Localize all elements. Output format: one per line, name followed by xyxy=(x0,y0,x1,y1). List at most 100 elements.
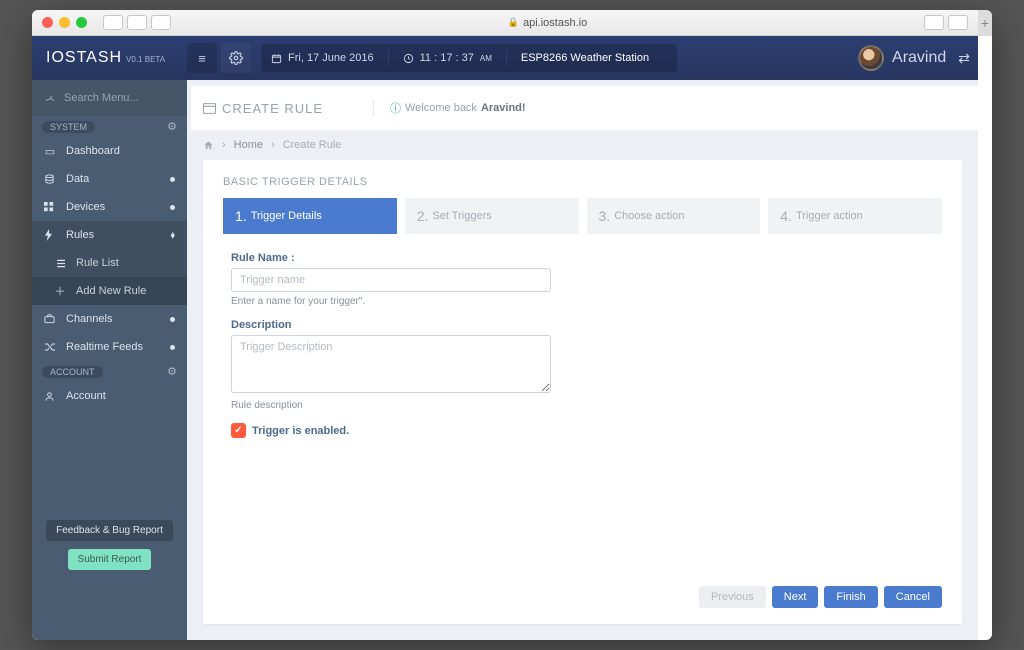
window-close-icon[interactable] xyxy=(42,17,53,28)
settings-gear-button[interactable] xyxy=(221,43,251,73)
topbar-time-suffix: AM xyxy=(480,54,492,63)
panel-title: BASIC TRIGGER DETAILS xyxy=(203,160,962,198)
user-menu[interactable]: Aravind ⇄ xyxy=(858,45,978,71)
next-button[interactable]: Next xyxy=(772,586,819,608)
menu-toggle-icon[interactable]: ⇄ xyxy=(958,50,968,67)
gear-icon[interactable]: ⚙ xyxy=(167,365,177,378)
brand[interactable]: IOSTASH V0.1 BETA xyxy=(32,49,187,67)
user-icon xyxy=(44,391,56,402)
step-choose-action[interactable]: 3.Choose action xyxy=(587,198,761,234)
rule-name-help: Enter a name for your trigger". xyxy=(231,296,615,307)
sidebar-item-label: Account xyxy=(66,390,106,402)
main-content: CREATE RULE ⓘ Welcome back Aravind! xyxy=(187,80,978,640)
sidebar-item-devices[interactable]: Devices xyxy=(32,193,187,221)
welcome-name: Aravind! xyxy=(481,102,526,114)
sidebar-item-label: Data xyxy=(66,173,89,185)
checkbox-icon[interactable]: ✓ xyxy=(231,423,246,438)
page-title: CREATE RULE xyxy=(222,101,323,116)
sidebar-item-dashboard[interactable]: ▭ Dashboard xyxy=(32,137,187,165)
browser-window: 🔒 api.iostash.io IOSTASH V0.1 BETA ≡ xyxy=(32,10,992,640)
sidebar-item-label: Rule List xyxy=(76,257,119,269)
app-topbar: IOSTASH V0.1 BETA ≡ Fri, 17 June 2016 xyxy=(32,36,978,80)
step-trigger-action[interactable]: 4.Trigger action xyxy=(768,198,942,234)
sidebar: SYSTEM ⚙ ▭ Dashboard Data xyxy=(32,80,187,640)
info-icon: ⓘ xyxy=(390,100,401,116)
browser-url-bar[interactable]: 🔒 api.iostash.io xyxy=(177,17,918,29)
breadcrumb: › Home › Create Rule xyxy=(187,130,978,160)
speed-icon xyxy=(44,93,56,103)
dashboard-icon: ▭ xyxy=(44,145,56,158)
rule-name-input[interactable] xyxy=(231,268,551,292)
browser-url-text: api.iostash.io xyxy=(523,17,587,29)
form-area: Rule Name : Enter a name for your trigge… xyxy=(203,234,643,446)
section-system: SYSTEM ⚙ xyxy=(32,116,187,137)
database-icon xyxy=(44,174,56,185)
briefcase-icon xyxy=(44,314,56,324)
topbar-time: 11 : 17 : 37 xyxy=(420,52,474,64)
enabled-checkbox-row[interactable]: ✓ Trigger is enabled. xyxy=(231,423,615,438)
sidebar-item-rules[interactable]: Rules ⬧ xyxy=(32,221,187,249)
sidebar-toggle-button[interactable]: ≡ xyxy=(187,43,217,73)
window-zoom-icon[interactable] xyxy=(76,17,87,28)
step-trigger-details[interactable]: 1.Trigger Details xyxy=(223,198,397,234)
breadcrumb-current: Create Rule xyxy=(283,139,342,151)
app-body: SYSTEM ⚙ ▭ Dashboard Data xyxy=(32,80,978,640)
home-icon[interactable] xyxy=(203,140,214,151)
indicator-dot xyxy=(170,205,175,210)
avatar xyxy=(858,45,884,71)
sidebar-item-label: Add New Rule xyxy=(76,285,146,297)
browser-back-button[interactable] xyxy=(103,15,123,30)
page-header: CREATE RULE ⓘ Welcome back Aravind! xyxy=(187,86,978,130)
sidebar-item-account[interactable]: Account xyxy=(32,382,187,410)
cancel-button[interactable]: Cancel xyxy=(884,586,942,608)
submit-report-button[interactable]: Submit Report xyxy=(68,549,152,570)
chevron-right-icon: › xyxy=(271,139,275,151)
previous-button[interactable]: Previous xyxy=(699,586,766,608)
description-help: Rule description xyxy=(231,400,615,411)
sidebar-item-add-rule[interactable]: ＋ Add New Rule xyxy=(32,277,187,305)
sidebar-item-label: Channels xyxy=(66,313,112,325)
key-icon: ⬧ xyxy=(171,230,176,241)
sidebar-item-label: Devices xyxy=(66,201,105,213)
indicator-dot xyxy=(170,317,175,322)
sidebar-item-label: Realtime Feeds xyxy=(66,341,143,353)
content-panel: BASIC TRIGGER DETAILS 1.Trigger Details … xyxy=(203,160,962,624)
sidebar-item-label: Dashboard xyxy=(66,145,120,157)
lock-icon: 🔒 xyxy=(508,17,519,28)
sidebar-search[interactable] xyxy=(32,80,187,116)
browser-tabs2-button[interactable] xyxy=(948,15,968,30)
clock-icon xyxy=(403,53,414,64)
feedback-button[interactable]: Feedback & Bug Report xyxy=(46,520,173,541)
breadcrumb-home[interactable]: Home xyxy=(234,139,263,151)
sidebar-item-label: Rules xyxy=(66,229,94,241)
topbar-date: Fri, 17 June 2016 xyxy=(288,52,374,64)
indicator-dot xyxy=(170,177,175,182)
wizard-footer: Previous Next Finish Cancel xyxy=(203,576,962,612)
sidebar-item-realtime[interactable]: Realtime Feeds xyxy=(32,333,187,361)
section-system-label: SYSTEM xyxy=(42,121,95,133)
brand-version: V0.1 BETA xyxy=(126,55,165,64)
user-name: Aravind xyxy=(892,49,946,67)
topbar-device: ESP8266 Weather Station xyxy=(521,52,649,64)
description-input[interactable] xyxy=(231,335,551,393)
rule-name-label: Rule Name : xyxy=(231,252,615,264)
sidebar-item-rule-list[interactable]: Rule List xyxy=(32,249,187,277)
step-set-triggers[interactable]: 2.Set Triggers xyxy=(405,198,579,234)
sidebar-item-data[interactable]: Data xyxy=(32,165,187,193)
window-minimize-icon[interactable] xyxy=(59,17,70,28)
chevron-right-icon: › xyxy=(222,139,226,151)
browser-share-button[interactable] xyxy=(924,15,944,30)
plus-icon: ＋ xyxy=(54,283,66,299)
finish-button[interactable]: Finish xyxy=(824,586,877,608)
description-label: Description xyxy=(231,319,615,331)
browser-forward-button[interactable] xyxy=(127,15,147,30)
gear-icon[interactable]: ⚙ xyxy=(167,120,177,133)
browser-tabs-button[interactable] xyxy=(151,15,171,30)
sidebar-item-channels[interactable]: Channels xyxy=(32,305,187,333)
window-icon xyxy=(203,103,216,114)
browser-chrome: 🔒 api.iostash.io xyxy=(32,10,978,36)
section-account: ACCOUNT ⚙ xyxy=(32,361,187,382)
calendar-icon xyxy=(271,53,282,64)
browser-newtab-button[interactable]: + xyxy=(978,10,992,36)
search-input[interactable] xyxy=(64,92,175,104)
